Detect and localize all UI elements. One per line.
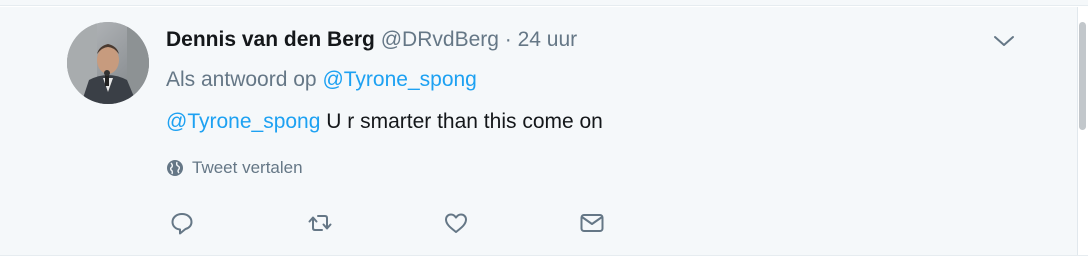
author-handle[interactable]: @DRvdBerg [381,28,499,51]
author-name[interactable]: Dennis van den Berg [166,28,375,51]
retweet-icon [308,215,332,231]
globe-icon [167,160,183,176]
reply-button[interactable] [167,209,197,237]
avatar[interactable] [67,22,149,104]
envelope-icon [580,214,604,232]
bottom-divider [0,255,1088,264]
scrollbar[interactable] [1079,22,1086,130]
tweet-header: Dennis van den Berg @DRvdBerg · 24 uur [166,27,577,53]
header-separator: · [504,28,512,51]
top-divider [0,0,1088,6]
tweet-text-mention[interactable]: @Tyrone_spong [166,110,320,133]
reply-icon [171,213,193,235]
tweet-timestamp[interactable]: 24 uur [518,28,578,51]
more-options-button[interactable] [990,28,1018,54]
avatar-photo [67,22,149,104]
tweet-text: @Tyrone_spong U r smarter than this come… [166,109,603,135]
heart-icon [445,213,467,233]
reply-context: Als antwoord op @Tyrone_spong [166,67,477,93]
reply-context-prefix: Als antwoord op [166,68,317,91]
direct-message-button[interactable] [577,209,607,237]
like-button[interactable] [441,209,471,237]
retweet-button[interactable] [305,209,335,237]
chevron-down-icon [994,36,1014,46]
translate-tweet-label: Tweet vertalen [192,158,303,177]
translate-tweet-link[interactable]: Tweet vertalen [166,158,303,178]
reply-context-mention[interactable]: @Tyrone_spong [322,68,476,91]
tweet-text-body: U r smarter than this come on [326,110,603,133]
